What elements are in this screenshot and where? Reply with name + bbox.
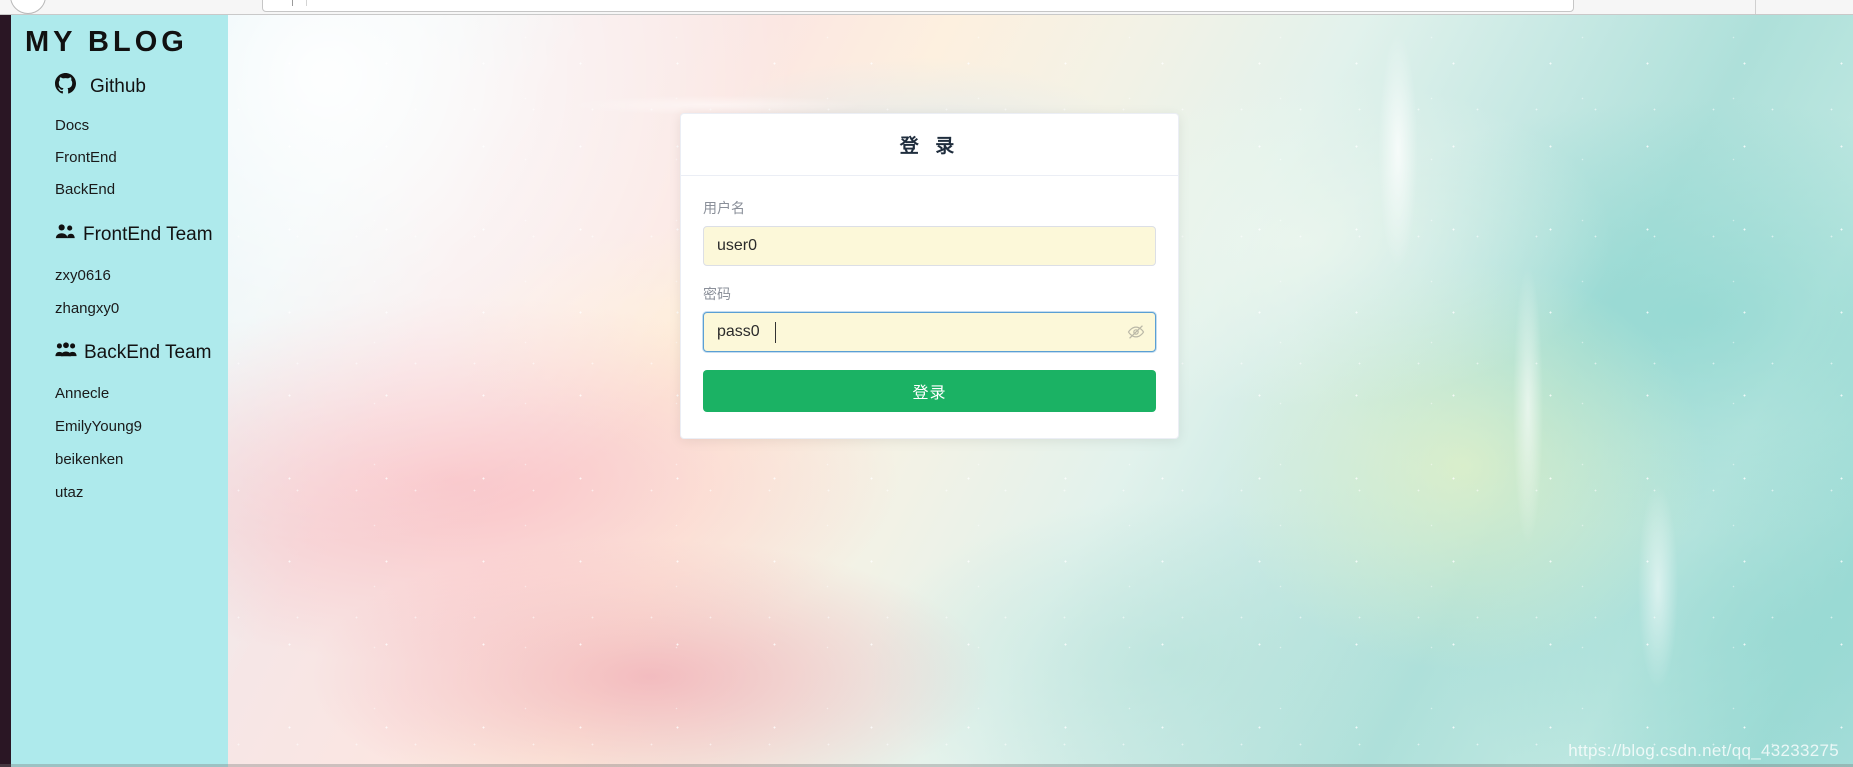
sidebar-member-emilyyoung9[interactable]: EmilyYoung9 (55, 418, 142, 435)
page-root: https://blog.csdn.net/qq_43233275 MY BLO… (0, 15, 1853, 767)
login-card-header: 登 录 (681, 114, 1178, 176)
toolbar-divider (1755, 0, 1756, 14)
password-text-caret (775, 322, 776, 343)
username-field-wrap (703, 226, 1156, 266)
sidebar-item-label-github: Github (90, 75, 146, 97)
sidebar-member-utaz[interactable]: utaz (55, 484, 83, 501)
sidebar-section-title-frontend: FrontEnd Team (83, 223, 213, 245)
browser-back-button[interactable] (10, 0, 46, 14)
sidebar: MY BLOG Github Docs FrontEnd BackEnd Fro… (11, 15, 228, 767)
eye-slash-icon[interactable] (1127, 323, 1145, 341)
sidebar-section-backend-team: BackEnd Team (55, 341, 211, 364)
watermark-text: https://blog.csdn.net/qq_43233275 (1568, 741, 1839, 760)
left-rail (0, 15, 11, 767)
address-bar-caret (292, 0, 293, 6)
sidebar-section-frontend-team: FrontEnd Team (55, 223, 213, 246)
sidebar-member-zhangxy0[interactable]: zhangxy0 (55, 300, 119, 317)
browser-chrome (0, 0, 1853, 15)
sidebar-item-frontend[interactable]: FrontEnd (55, 149, 117, 166)
blog-title: MY BLOG (25, 26, 188, 58)
sidebar-member-annecle[interactable]: Annecle (55, 385, 109, 402)
sidebar-member-beikenken[interactable]: beikenken (55, 451, 123, 468)
login-card-title: 登 录 (899, 135, 960, 157)
github-icon (55, 73, 76, 100)
sidebar-item-backend[interactable]: BackEnd (55, 181, 115, 198)
password-field-wrap (703, 312, 1156, 352)
people-group-icon (55, 223, 76, 246)
sidebar-member-zxy0616[interactable]: zxy0616 (55, 267, 111, 284)
login-card: 登 录 用户名 密码 登录 (680, 113, 1179, 439)
address-bar-divider (306, 0, 307, 6)
login-submit-button[interactable]: 登录 (703, 370, 1156, 412)
people-group-icon (55, 341, 77, 364)
sidebar-section-title-backend: BackEnd Team (84, 341, 212, 363)
sidebar-item-docs[interactable]: Docs (55, 117, 89, 134)
password-input[interactable] (703, 312, 1156, 352)
login-card-body: 用户名 密码 登录 (681, 176, 1178, 438)
username-label: 用户名 (703, 201, 745, 217)
sidebar-item-github[interactable]: Github (55, 73, 146, 100)
password-label: 密码 (703, 287, 731, 303)
username-input[interactable] (703, 226, 1156, 266)
browser-address-bar[interactable] (262, 0, 1574, 12)
